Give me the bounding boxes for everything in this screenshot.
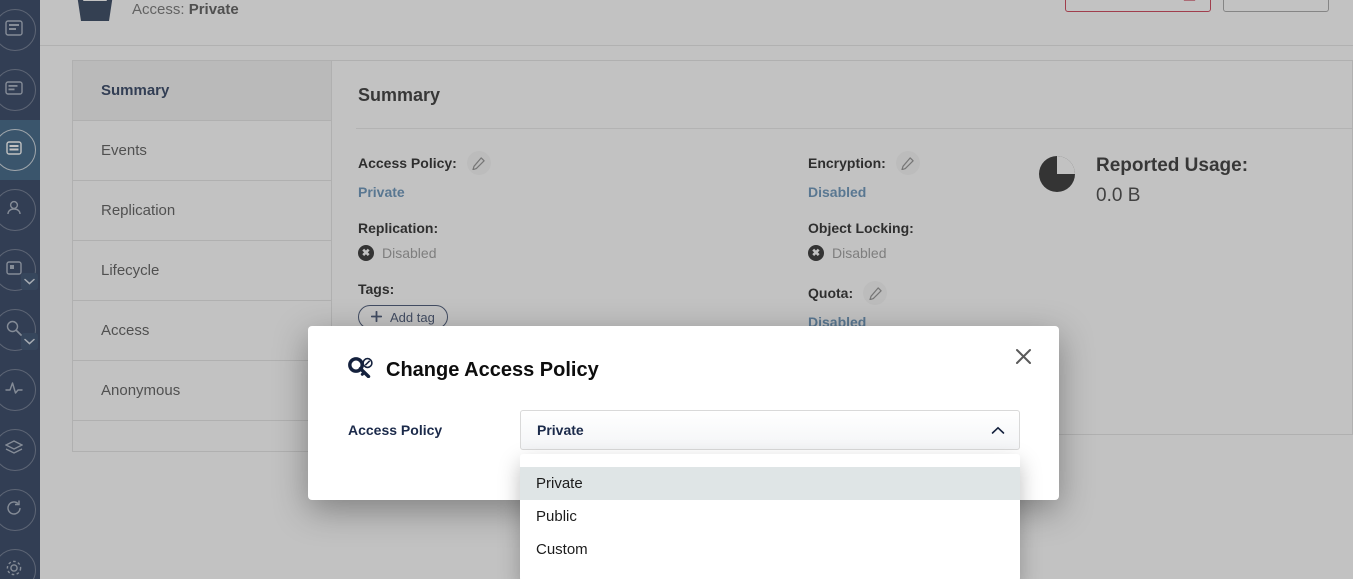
access-policy-select-wrap: Private Private Public Custom xyxy=(520,410,1020,579)
access-policy-option-list: Private Public Custom xyxy=(520,454,1020,579)
close-icon[interactable] xyxy=(1009,342,1037,370)
key-icon xyxy=(348,356,374,384)
access-policy-row: Access Policy Private Private Public Custo… xyxy=(308,384,1059,579)
select-option-private[interactable]: Private xyxy=(520,467,1020,500)
access-policy-select-value: Private xyxy=(537,422,584,438)
change-access-policy-modal: Change Access Policy Access Policy Priva… xyxy=(308,326,1059,579)
select-option-public[interactable]: Public xyxy=(520,500,1020,533)
chevron-up-icon xyxy=(991,422,1005,438)
select-option-custom[interactable]: Custom xyxy=(520,533,1020,566)
select-option-label: Public xyxy=(536,508,577,525)
select-option-label: Custom xyxy=(536,541,588,558)
modal-title-text: Change Access Policy xyxy=(386,358,599,381)
select-option-label: Private xyxy=(536,475,583,492)
modal-title-row: Change Access Policy xyxy=(308,326,1059,384)
app-screen: Access: Private Delete Bucket Refresh xyxy=(0,0,1353,579)
access-policy-field-label: Access Policy xyxy=(348,422,443,438)
access-policy-select[interactable]: Private xyxy=(520,410,1020,450)
